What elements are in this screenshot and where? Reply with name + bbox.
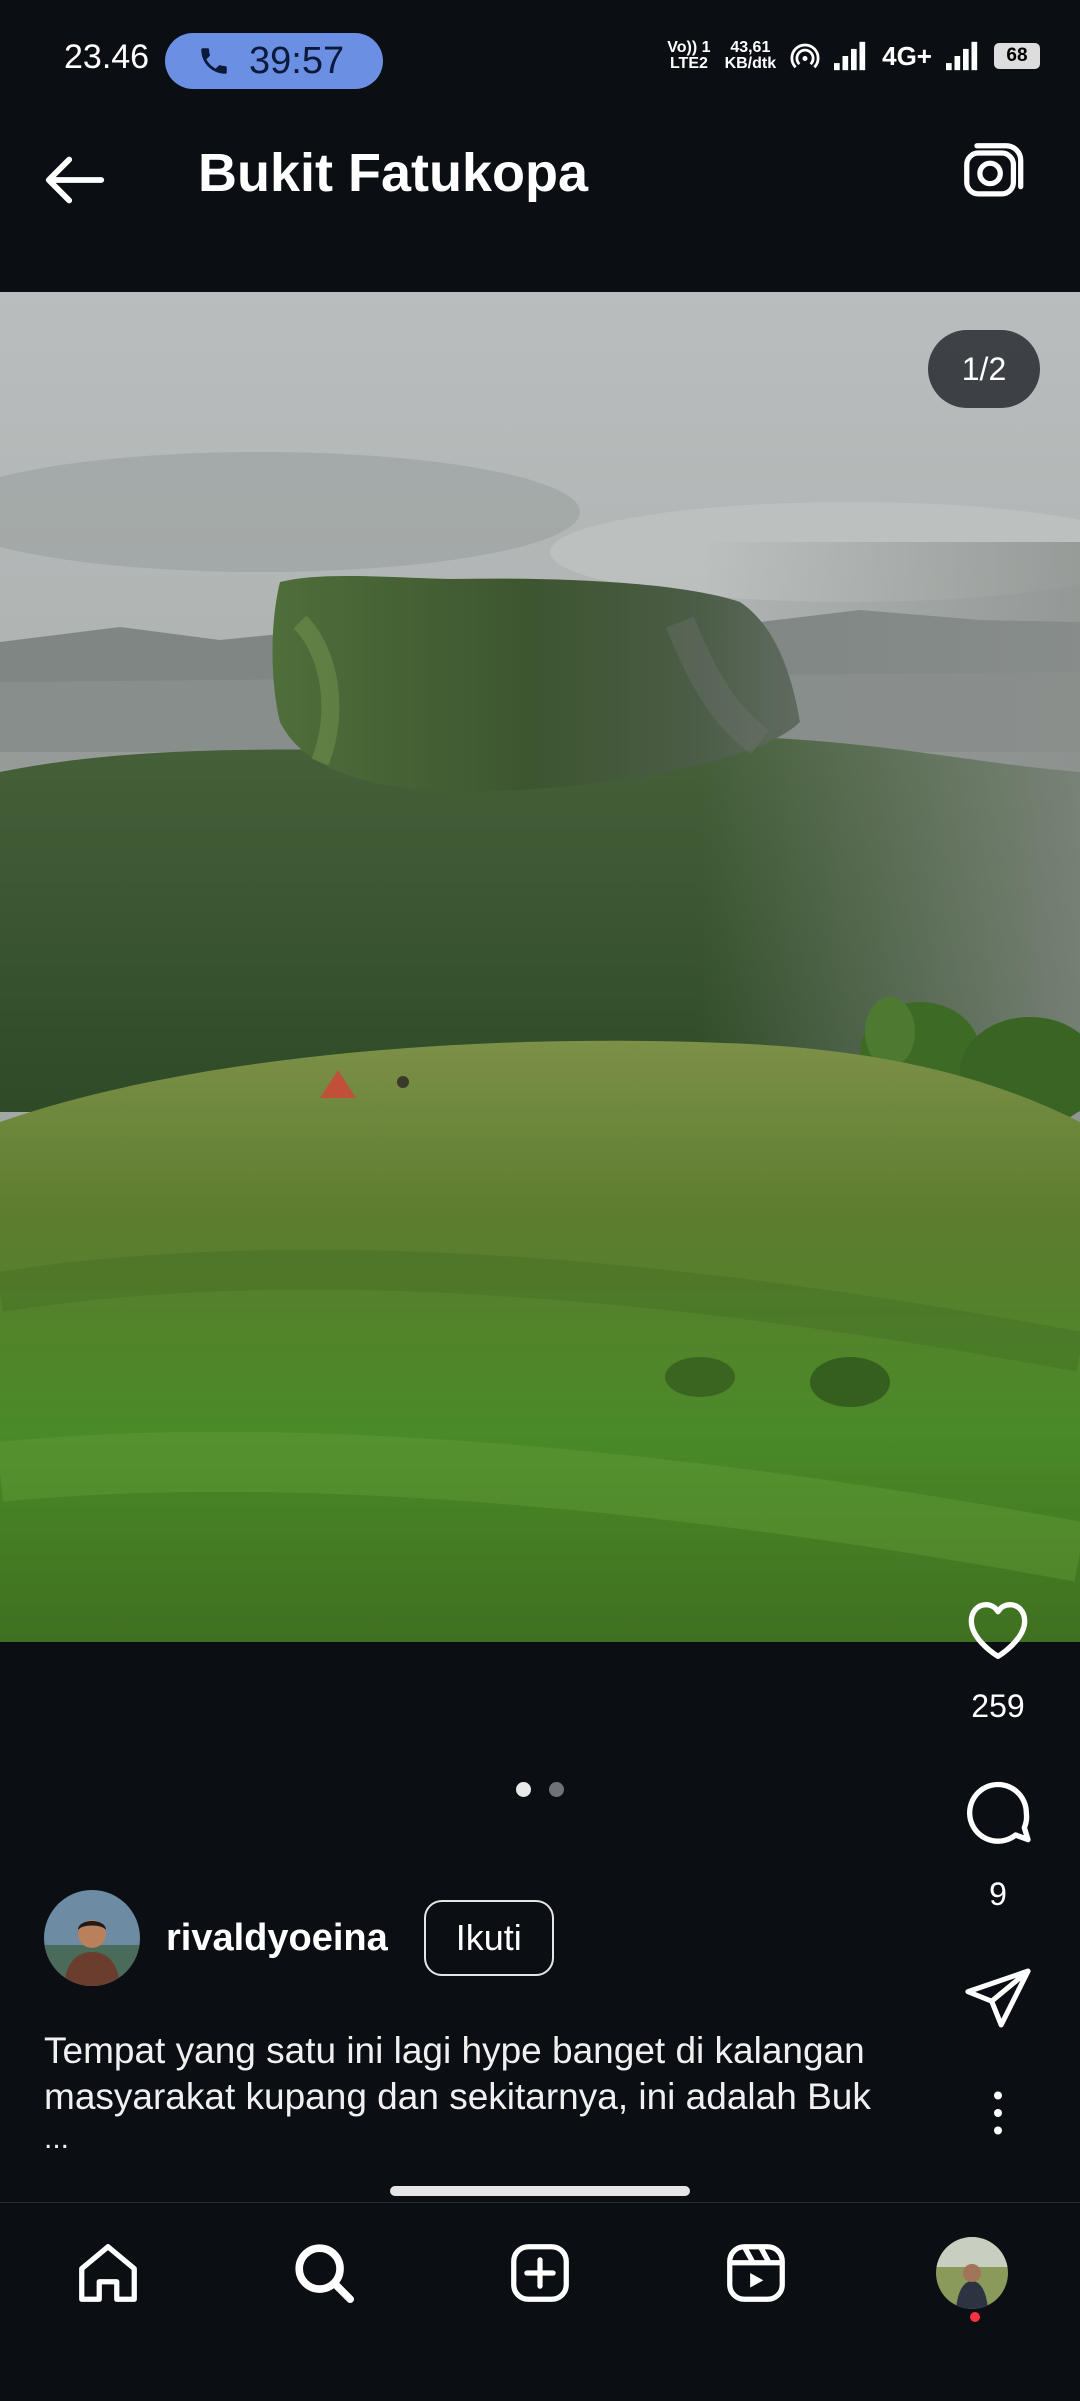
username[interactable]: rivaldyoeina xyxy=(166,1917,388,1960)
landscape-photo xyxy=(0,292,1080,1642)
arrow-left-icon xyxy=(45,156,105,204)
carousel-dot xyxy=(549,1782,564,1797)
battery-indicator: 68 xyxy=(994,43,1040,69)
reels-icon xyxy=(727,2244,785,2302)
bottom-navigation xyxy=(0,2202,1080,2401)
hotspot-icon xyxy=(790,43,820,69)
caption-line-1: Tempat yang satu ini lagi hype banget di… xyxy=(44,2030,865,2071)
speed-unit: KB/dtk xyxy=(724,55,777,72)
volte-indicator: Vo)) 1 LTE2 xyxy=(667,40,710,72)
status-time: 23.46 xyxy=(64,38,150,76)
post-caption[interactable]: Tempat yang satu ini lagi hype banget di… xyxy=(44,2028,924,2154)
nav-profile[interactable] xyxy=(932,2233,1012,2313)
volte-label: Vo)) 1 xyxy=(667,39,711,56)
nav-search[interactable] xyxy=(284,2233,364,2313)
carousel-indicator xyxy=(516,1782,564,1797)
post-author-row: rivaldyoeina Ikuti xyxy=(44,1888,554,1988)
status-icons: Vo)) 1 LTE2 43,61 KB/dtk 4G+ 68 xyxy=(667,40,1040,72)
network-speed: 43,61 KB/dtk xyxy=(725,40,777,72)
more-vertical-icon xyxy=(994,2091,1002,2135)
caption-more[interactable]: ... xyxy=(44,2124,924,2154)
network-type: 4G+ xyxy=(882,40,932,71)
comment-button[interactable] xyxy=(948,1773,1048,1858)
lte-label: LTE2 xyxy=(669,55,708,72)
create-icon xyxy=(511,2244,569,2302)
user-avatar-photo xyxy=(44,1890,140,1986)
signal-icon xyxy=(834,41,866,71)
speed-value: 43,61 xyxy=(730,39,771,56)
nav-home[interactable] xyxy=(68,2233,148,2313)
caption-line-2: masyarakat kupang dan sekitarnya, ini ad… xyxy=(44,2076,871,2117)
home-icon xyxy=(79,2244,137,2302)
page-title: Bukit Fatukopa xyxy=(198,143,589,203)
status-bar: 23.46 39:57 Vo)) 1 LTE2 43,61 KB/dtk 4G+ xyxy=(0,0,1080,90)
slide-counter: 1/2 xyxy=(928,330,1040,408)
like-button[interactable] xyxy=(948,1588,1048,1673)
call-duration: 39:57 xyxy=(249,39,345,82)
nav-create[interactable] xyxy=(500,2233,580,2313)
paper-plane-icon xyxy=(965,1968,1031,2028)
like-count: 259 xyxy=(971,1688,1025,1724)
phone-icon xyxy=(201,48,227,74)
profile-avatar xyxy=(936,2237,1008,2309)
camera-icon xyxy=(964,143,1024,197)
comment-count: 9 xyxy=(989,1876,1007,1912)
home-indicator[interactable] xyxy=(390,2186,690,2196)
comment-icon xyxy=(967,1781,1031,1844)
search-icon xyxy=(295,2244,355,2304)
back-button[interactable] xyxy=(40,145,110,215)
share-button[interactable] xyxy=(948,1960,1048,2041)
avatar[interactable] xyxy=(44,1890,140,1986)
camera-button[interactable] xyxy=(958,137,1028,207)
heart-icon xyxy=(968,1602,1028,1659)
more-options-button[interactable] xyxy=(948,2083,1048,2148)
top-app-bar: Bukit Fatukopa xyxy=(0,95,1080,245)
profile-avatar-photo xyxy=(936,2237,1008,2309)
notification-dot xyxy=(970,2312,980,2322)
post-photo[interactable]: 1/2 xyxy=(0,292,1080,1642)
carousel-dot-active xyxy=(516,1782,531,1797)
nav-reels[interactable] xyxy=(716,2233,796,2313)
follow-button[interactable]: Ikuti xyxy=(423,1900,554,1976)
ongoing-call-pill[interactable]: 39:57 xyxy=(165,33,383,89)
signal-icon-2 xyxy=(946,41,978,71)
